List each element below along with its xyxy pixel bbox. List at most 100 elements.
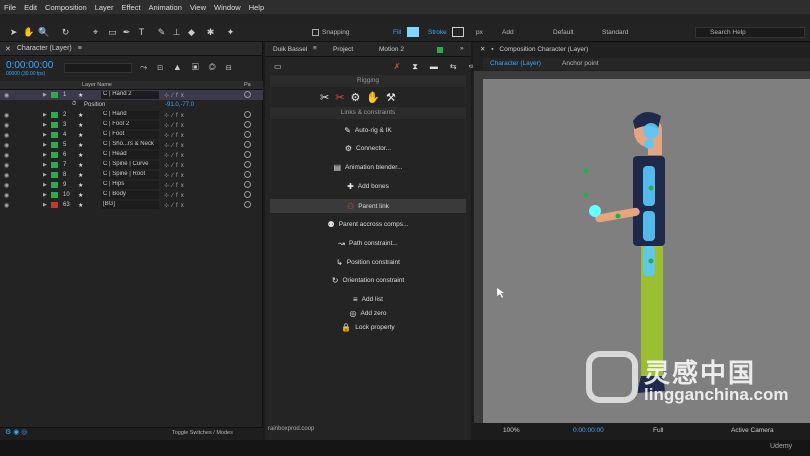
layer-switches[interactable]: ⊹∕fx <box>164 142 187 149</box>
layer-row[interactable]: ◉ ▶ 8 ★ C | Spine | Root ⊹∕fx <box>0 170 263 180</box>
zoom-level[interactable]: 100% <box>503 427 520 434</box>
expand-icon[interactable]: ▶ <box>43 192 47 198</box>
duik-item-parent-link[interactable]: ⚇ Parent link <box>270 199 466 213</box>
menu-layer[interactable]: Layer <box>95 3 114 12</box>
menu-file[interactable]: File <box>4 3 16 12</box>
expand-icon[interactable]: ▶ <box>43 172 47 178</box>
rigging-tool-icon[interactable]: ✗ <box>394 62 401 71</box>
layer-name[interactable]: C | Foot 2 <box>101 121 159 129</box>
expand-icon[interactable]: ▶ <box>43 152 47 158</box>
timeline-title[interactable]: Character (Layer) <box>17 45 72 52</box>
parent-pickwhip-icon[interactable] <box>244 141 251 148</box>
fill-swatch[interactable] <box>407 27 419 37</box>
pen-tool-icon[interactable]: ✒ <box>121 27 132 38</box>
layer-row[interactable]: ◉ ▶ 63 ★ [BG] ⊹∕fx <box>0 200 263 210</box>
eye-icon[interactable]: ◉ <box>4 182 9 189</box>
label-color[interactable] <box>51 192 58 198</box>
layer-switches[interactable]: ⊹∕fx <box>164 92 187 99</box>
duik-item-animation-blender[interactable]: ▤ Animation blender... <box>270 160 466 174</box>
links-icon[interactable]: ✂ <box>320 91 329 104</box>
pin-tool-icon[interactable]: ✦ <box>225 27 236 38</box>
layer-name[interactable]: C | Body <box>101 191 159 199</box>
eye-icon[interactable]: ◉ <box>4 142 9 149</box>
timeline-switch-icons[interactable]: ⤳⊡▲▣◎⊟ <box>140 62 242 73</box>
zoom-tool-icon[interactable]: 🔍 <box>38 27 49 38</box>
eye-icon[interactable]: ◉ <box>4 152 9 159</box>
comp-tab[interactable]: Character (Layer) <box>490 60 541 67</box>
tab-duik[interactable]: Duik Bassel <box>273 46 307 53</box>
menu-animation[interactable]: Animation <box>149 3 182 12</box>
eye-icon[interactable]: ◉ <box>4 172 9 179</box>
label-color[interactable] <box>51 202 58 208</box>
layer-switches[interactable]: ⊹∕fx <box>164 152 187 159</box>
eye-icon[interactable]: ◉ <box>4 122 9 129</box>
menu-window[interactable]: Window <box>214 3 241 12</box>
eye-icon[interactable]: ◉ <box>4 112 9 119</box>
snapping-checkbox[interactable] <box>312 29 319 36</box>
brush-tool-icon[interactable]: ✎ <box>156 27 167 38</box>
layer-icon[interactable]: ▭ <box>274 62 282 71</box>
label-color[interactable] <box>51 182 58 188</box>
label-color[interactable] <box>51 92 58 98</box>
position-value[interactable]: -91.0,-77.0 <box>165 102 194 108</box>
eye-icon[interactable]: ◉ <box>4 192 9 199</box>
selection-tool-icon[interactable]: ➤ <box>8 27 19 38</box>
position-stopwatch-icon[interactable]: ⏱ <box>72 101 76 108</box>
stamp-tool-icon[interactable]: ⊥ <box>171 27 182 38</box>
comp-timecode[interactable]: 0:00:00:00 <box>573 427 604 434</box>
parent-pickwhip-icon[interactable] <box>244 161 251 168</box>
parent-pickwhip-icon[interactable] <box>244 201 251 208</box>
workspace-default[interactable]: Default <box>553 29 574 36</box>
expand-icon[interactable]: ▶ <box>43 112 47 118</box>
menu-edit[interactable]: Edit <box>24 3 37 12</box>
layer-name[interactable]: C | Sho...rs & Neck <box>101 141 159 149</box>
duik-item-add-zero[interactable]: ◎ Add zero <box>270 306 466 320</box>
duik-item-connector[interactable]: ⚙ Connector... <box>270 141 466 155</box>
parent-pickwhip-icon[interactable] <box>244 181 251 188</box>
layer-name[interactable]: C | Hand 2 <box>101 91 159 99</box>
layer-row[interactable]: ◉ ▶ 5 ★ C | Sho...rs & Neck ⊹∕fx <box>0 140 263 150</box>
layer-name[interactable]: C | Head <box>101 151 159 159</box>
expand-icon[interactable]: ▶ <box>43 162 47 168</box>
stroke-swatch[interactable] <box>452 27 464 37</box>
label-color[interactable] <box>51 152 58 158</box>
label-color[interactable] <box>51 162 58 168</box>
layer-switches[interactable]: ⊹∕fx <box>164 132 187 139</box>
eye-icon[interactable]: ◉ <box>4 202 9 209</box>
toggle-switches-modes[interactable]: Toggle Switches / Modes <box>172 430 233 436</box>
label-color[interactable] <box>51 122 58 128</box>
menu-view[interactable]: View <box>190 3 206 12</box>
layer-name[interactable]: C | Foot <box>101 131 159 139</box>
tab-motion[interactable]: Motion 2 <box>379 46 404 53</box>
duik-item-add-bones[interactable]: ✚ Add bones <box>270 179 466 193</box>
timecode[interactable]: 0:00:00:00 <box>6 60 53 71</box>
rotate-tool-icon[interactable]: ↻ <box>60 27 71 38</box>
expand-panels-icon[interactable]: » <box>460 45 464 52</box>
layer-switches[interactable]: ⊹∕fx <box>164 162 187 169</box>
layer-row[interactable]: ◉ ▶ 2 ★ C | Hand ⊹∕fx <box>0 110 263 120</box>
expand-icon[interactable]: ▶ <box>43 92 47 98</box>
tab-menu-icon[interactable]: ≡ <box>313 45 317 52</box>
timeline-search-input[interactable] <box>64 63 132 73</box>
layer-row[interactable]: ◉ ▶ 6 ★ C | Head ⊹∕fx <box>0 150 263 160</box>
rect-tool-icon[interactable]: ▭ <box>107 27 118 38</box>
eye-icon[interactable]: ◉ <box>4 132 9 139</box>
close-icon[interactable]: ✕ <box>5 45 11 53</box>
type-tool-icon[interactable]: T <box>136 27 147 38</box>
parent-pickwhip-icon[interactable] <box>244 191 251 198</box>
layer-row[interactable]: ◉ ▶ 1 ★ C | Hand 2 ⊹∕fx <box>0 90 263 100</box>
parent-pickwhip-icon[interactable] <box>244 151 251 158</box>
layer-switches[interactable]: ⊹∕fx <box>164 172 187 179</box>
menu-composition[interactable]: Composition <box>45 3 87 12</box>
layer-switches[interactable]: ⊹∕fx <box>164 192 187 199</box>
layer-switches[interactable]: ⊹∕fx <box>164 182 187 189</box>
parent-pickwhip-icon[interactable] <box>244 91 251 98</box>
layer-row[interactable]: ◉ ▶ 7 ★ C | Spine | Curve ⊹∕fx <box>0 160 263 170</box>
menu-effect[interactable]: Effect <box>121 3 140 12</box>
eraser-tool-icon[interactable]: ◆ <box>186 27 197 38</box>
add-label[interactable]: Add <box>502 29 514 36</box>
workspace-standard[interactable]: Standard <box>602 29 628 36</box>
parent-pickwhip-icon[interactable] <box>244 171 251 178</box>
duik-item-path-constraint[interactable]: ↝ Path constraint... <box>270 236 466 250</box>
layer-name[interactable]: C | Spine | Curve <box>101 161 159 169</box>
